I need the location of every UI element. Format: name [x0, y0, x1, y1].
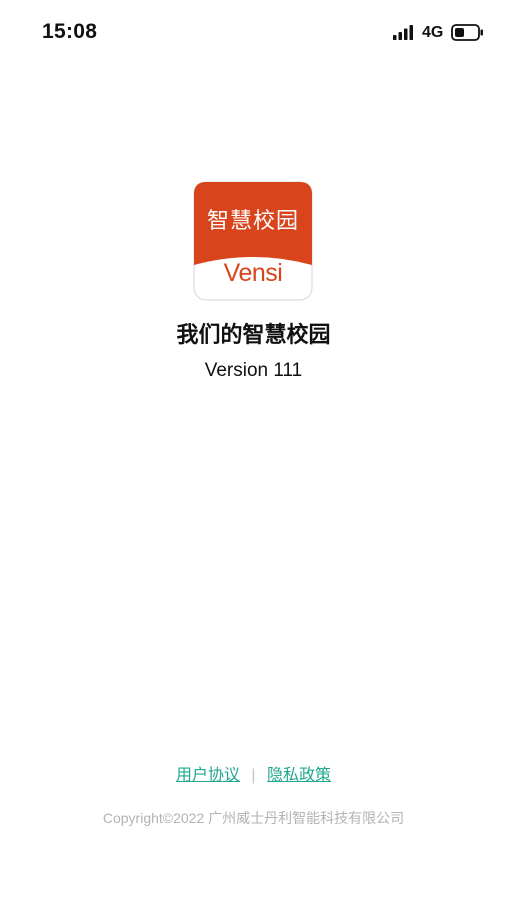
app-version: Version 111 — [204, 360, 303, 381]
user-agreement-link[interactable]: 用户协议 — [176, 767, 240, 784]
copyright-text: Copyright©2022 广州威士丹利智能科技有限公司 — [102, 810, 405, 826]
footer-divider: | — [251, 767, 256, 784]
status-bar: 15:08 4G — [0, 0, 507, 66]
footer-links: 用户协议 | 隐私政策 — [0, 761, 507, 785]
logo-brand-text: Vensi — [223, 259, 283, 287]
status-time: 15:08 — [42, 20, 98, 43]
signal-icon — [393, 25, 413, 40]
privacy-policy-link[interactable]: 隐私政策 — [267, 767, 331, 784]
battery-icon — [451, 24, 483, 41]
app-name: 我们的智慧校园 — [176, 322, 331, 347]
logo-title-text: 智慧校园 — [206, 208, 299, 233]
network-label: 4G — [422, 24, 444, 41]
